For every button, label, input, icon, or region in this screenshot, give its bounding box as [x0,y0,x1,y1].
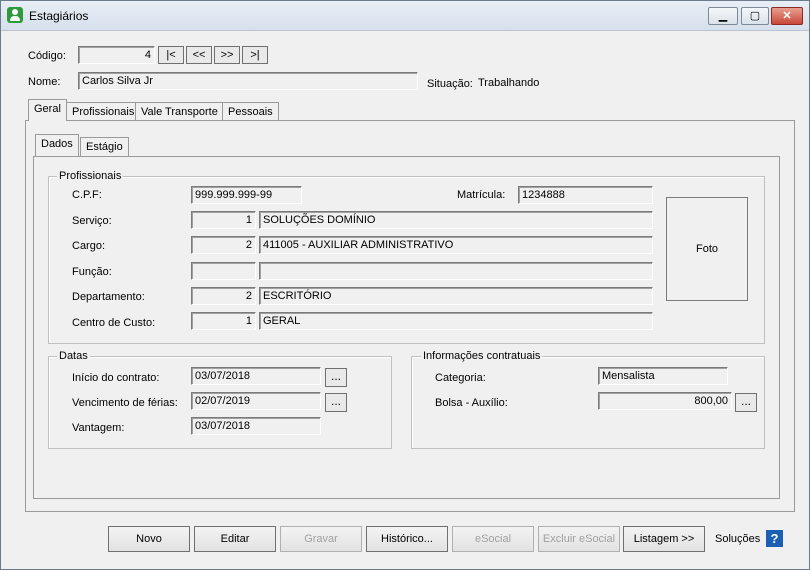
tab-geral[interactable]: Geral [28,99,67,121]
centro-custo-field[interactable]: GERAL [259,312,653,330]
previous-record-button[interactable]: << [186,46,212,64]
situacao-value: Trabalhando [478,77,540,89]
funcao-field[interactable] [259,262,653,280]
novo-button[interactable]: Novo [108,526,190,552]
tab-profissionais[interactable]: Profissionais [66,102,141,122]
esocial-button[interactable]: eSocial [452,526,534,552]
help-icon[interactable]: ? [766,530,783,547]
funcao-code-field[interactable] [191,262,256,280]
nome-field[interactable]: Carlos Silva Jr [78,72,418,90]
servico-label: Serviço: [72,215,112,227]
photo-box[interactable]: Foto [666,197,748,301]
cargo-field[interactable]: 411005 - AUXILIAR ADMINISTRATIVO [259,236,653,254]
excluir-esocial-button[interactable]: Excluir eSocial [538,526,620,552]
inicio-contrato-label: Início do contrato: [72,372,160,384]
cpf-field[interactable]: 999.999.999-99 [191,186,302,204]
minimize-button[interactable]: ▁ [708,7,738,25]
categoria-label: Categoria: [435,372,486,384]
vantagem-field[interactable]: 03/07/2018 [191,417,321,435]
profissionais-title: Profissionais [57,170,124,182]
last-record-button[interactable]: >| [242,46,268,64]
vencimento-ferias-label: Vencimento de férias: [72,397,178,409]
tab-pessoais[interactable]: Pessoais [222,102,279,122]
window: Estagiários ▁ ▢ ✕ Código: 4 |< << >> >| … [0,0,810,570]
subtab-estagio[interactable]: Estágio [80,137,129,157]
nome-label: Nome: [28,76,61,88]
maximize-button[interactable]: ▢ [741,7,769,25]
categoria-field[interactable]: Mensalista [598,367,728,385]
funcao-label: Função: [72,266,112,278]
matricula-label: Matrícula: [457,189,506,201]
subtab-dados[interactable]: Dados [35,134,79,156]
codigo-field[interactable]: 4 [78,46,155,64]
editar-button[interactable]: Editar [194,526,276,552]
vantagem-label: Vantagem: [72,422,125,434]
user-icon [7,7,23,23]
cpf-label: C.P.F: [72,189,102,201]
close-button[interactable]: ✕ [771,7,803,25]
contratuais-title: Informações contratuais [421,350,543,362]
bolsa-auxilio-label: Bolsa - Auxílio: [435,397,508,409]
historico-button[interactable]: Histórico... [366,526,448,552]
matricula-field[interactable]: 1234888 [518,186,653,204]
window-title: Estagiários [29,9,89,23]
vencimento-ferias-field[interactable]: 02/07/2019 [191,392,321,410]
vencimento-ferias-picker-button[interactable]: ... [325,393,347,412]
codigo-label: Código: [28,50,66,62]
inicio-contrato-picker-button[interactable]: ... [325,368,347,387]
listagem-button[interactable]: Listagem >> [623,526,705,552]
centro-custo-code-field[interactable]: 1 [191,312,256,330]
tab-vale-transporte[interactable]: Vale Transporte [135,102,224,122]
servico-field[interactable]: SOLUÇÕES DOMÍNIO [259,211,653,229]
inicio-contrato-field[interactable]: 03/07/2018 [191,367,321,385]
cargo-label: Cargo: [72,240,106,252]
centro-custo-label: Centro de Custo: [72,317,156,329]
bolsa-auxilio-field[interactable]: 800,00 [598,392,732,410]
next-record-button[interactable]: >> [214,46,240,64]
title-bar: Estagiários ▁ ▢ ✕ [1,1,809,31]
cargo-code-field[interactable]: 2 [191,236,256,254]
departamento-field[interactable]: ESCRITÓRIO [259,287,653,305]
servico-code-field[interactable]: 1 [191,211,256,229]
datas-title: Datas [57,350,90,362]
solucoes-label[interactable]: Soluções [715,533,760,545]
departamento-code-field[interactable]: 2 [191,287,256,305]
first-record-button[interactable]: |< [158,46,184,64]
gravar-button[interactable]: Gravar [280,526,362,552]
departamento-label: Departamento: [72,291,145,303]
situacao-label: Situação: [427,78,473,90]
bolsa-auxilio-picker-button[interactable]: ... [735,393,757,412]
